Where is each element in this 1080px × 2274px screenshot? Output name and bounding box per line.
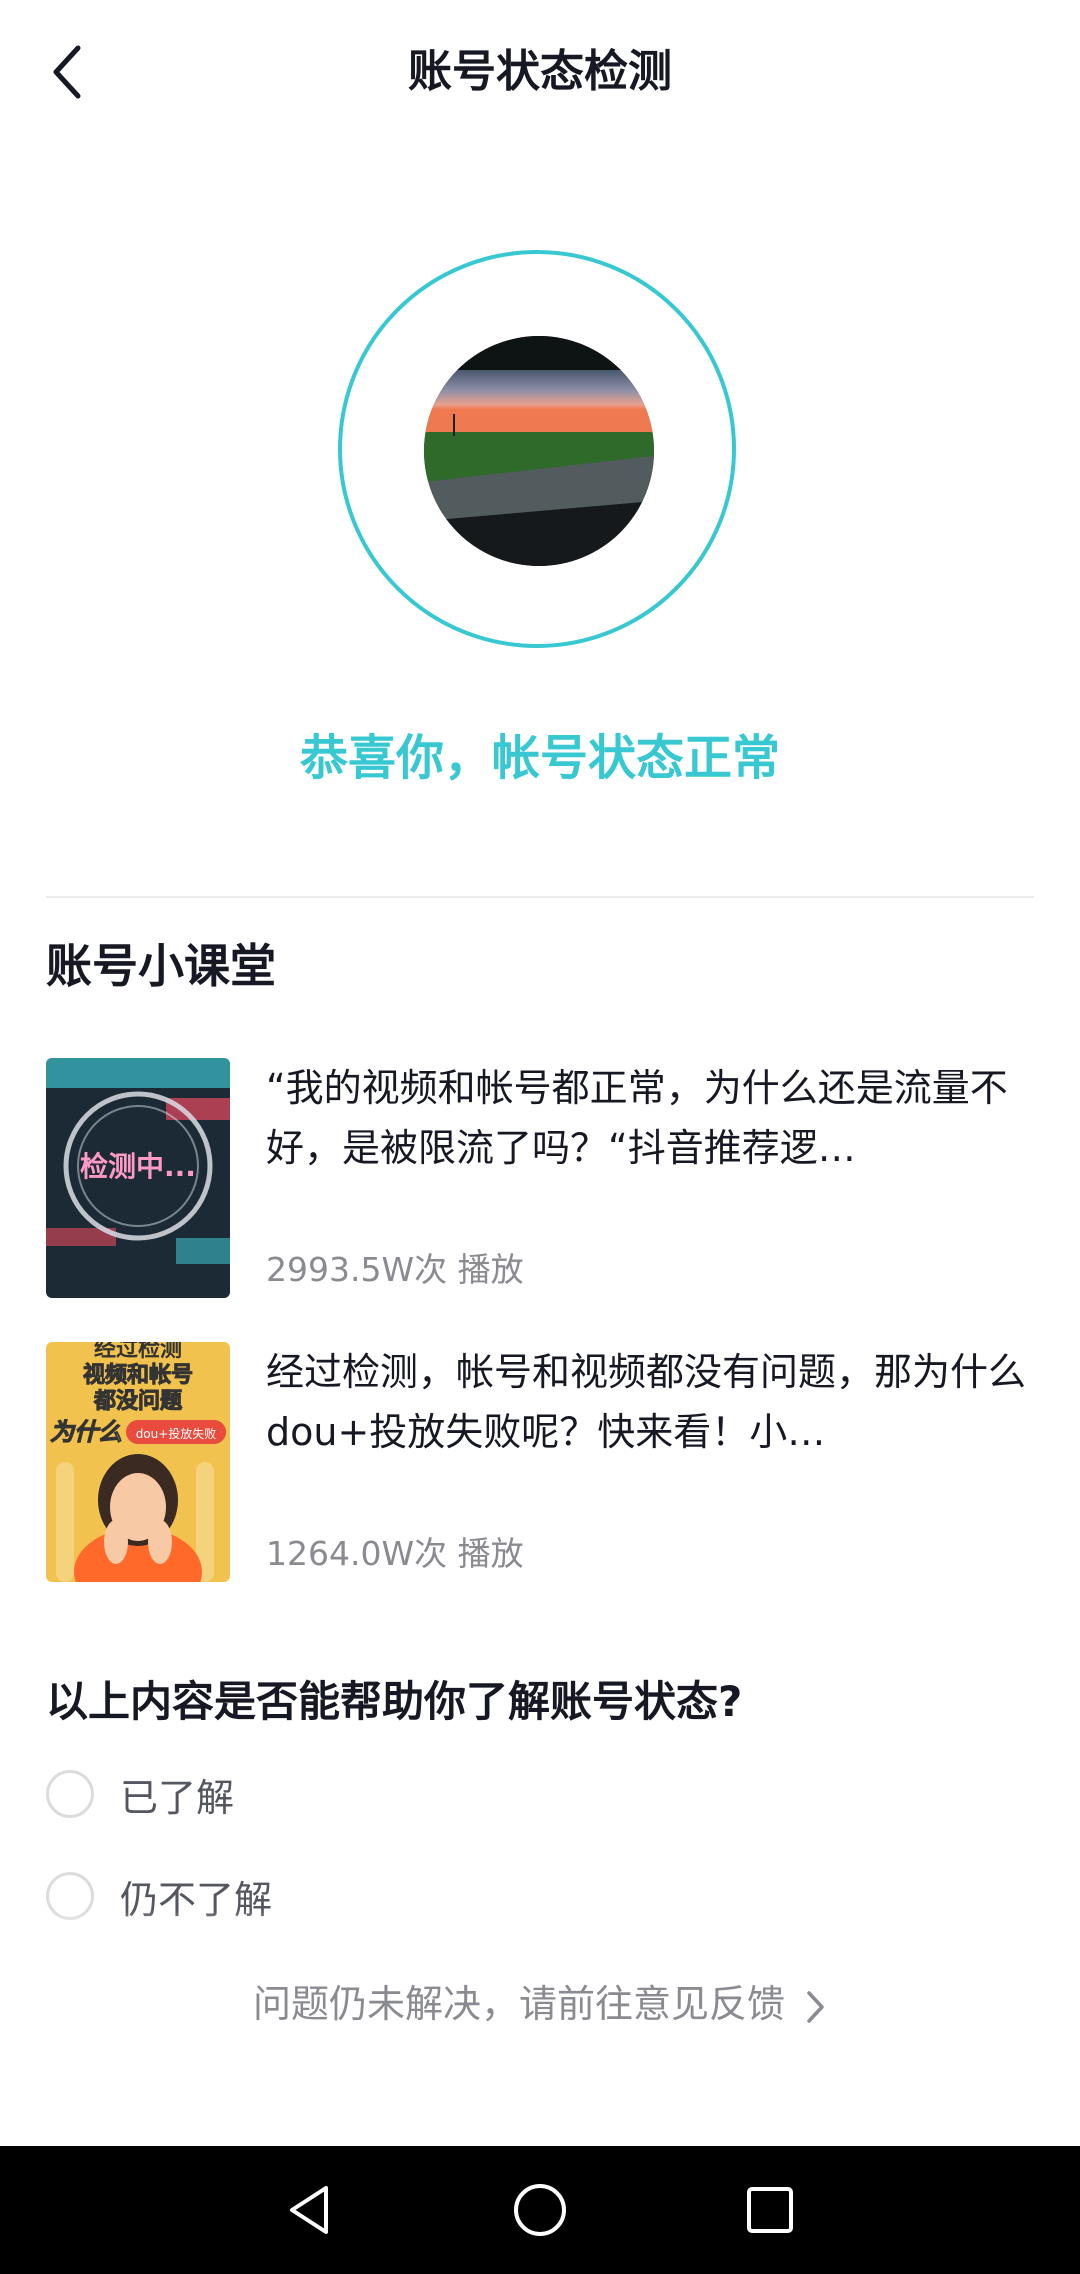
thumb-text: 视频和帐号: [83, 1362, 193, 1388]
option-understood[interactable]: 已了解: [46, 1764, 234, 1824]
system-navigation-bar: [0, 2146, 1080, 2274]
thumb-text: 检测中...: [80, 1150, 196, 1183]
status-message: 恭喜你，帐号状态正常: [299, 730, 780, 786]
nav-recents-button[interactable]: [724, 2164, 816, 2256]
video-item-1[interactable]: 检测中... “我的视频和帐号都正常，为什么还是流量不好，是被限流了吗？“抖音推…: [46, 1058, 1036, 1298]
page-title: 账号状态检测: [408, 46, 672, 97]
play-count: 1264.0W次 播放: [266, 1534, 524, 1573]
video-title: “我的视频和帐号都正常，为什么还是流量不好，是被限流了吗？“抖音推荐逻…: [266, 1066, 1008, 1170]
video-thumbnail: 检测中...: [46, 1058, 230, 1298]
video-title: 经过检测，帐号和视频都没有问题，那为什么dou+投放失败呢？快来看！小…: [266, 1350, 1027, 1454]
scroll-fade: [0, 1910, 1080, 1970]
option-label: 已了解: [120, 1775, 235, 1820]
thumb-text: dou+投放失败: [136, 1426, 217, 1441]
header-bar: 账号状态检测: [0, 0, 1080, 140]
section-title: 账号小课堂: [46, 939, 276, 993]
nav-home-button[interactable]: [494, 2164, 586, 2256]
video-item-2[interactable]: 经过检测 视频和帐号 都没问题 为什么 dou+投放失败 经过检测，帐号和视频都…: [46, 1342, 1036, 1582]
thumb-text: 经过检测: [94, 1342, 182, 1362]
survey-question: 以上内容是否能帮助你了解账号状态?: [46, 1677, 743, 1726]
video-thumbnail: 经过检测 视频和帐号 都没问题 为什么 dou+投放失败: [46, 1342, 230, 1582]
thumb-text: 为什么: [50, 1418, 122, 1446]
feedback-text: 问题仍未解决，请前往意见反馈: [252, 1982, 785, 2026]
chevron-right-icon: [807, 1990, 824, 2023]
avatar: [424, 336, 654, 566]
nav-back-button[interactable]: [264, 2164, 356, 2256]
feedback-link[interactable]: 问题仍未解决，请前往意见反馈: [0, 1976, 1080, 2032]
circle-home-icon: [514, 2184, 566, 2236]
radio-button[interactable]: [46, 1770, 94, 1818]
divider: [46, 896, 1034, 898]
square-recents-icon: [747, 2187, 793, 2233]
thumb-text: 都没问题: [93, 1389, 183, 1414]
triangle-back-icon: [290, 2186, 328, 2234]
play-count: 2993.5W次 播放: [266, 1250, 524, 1289]
